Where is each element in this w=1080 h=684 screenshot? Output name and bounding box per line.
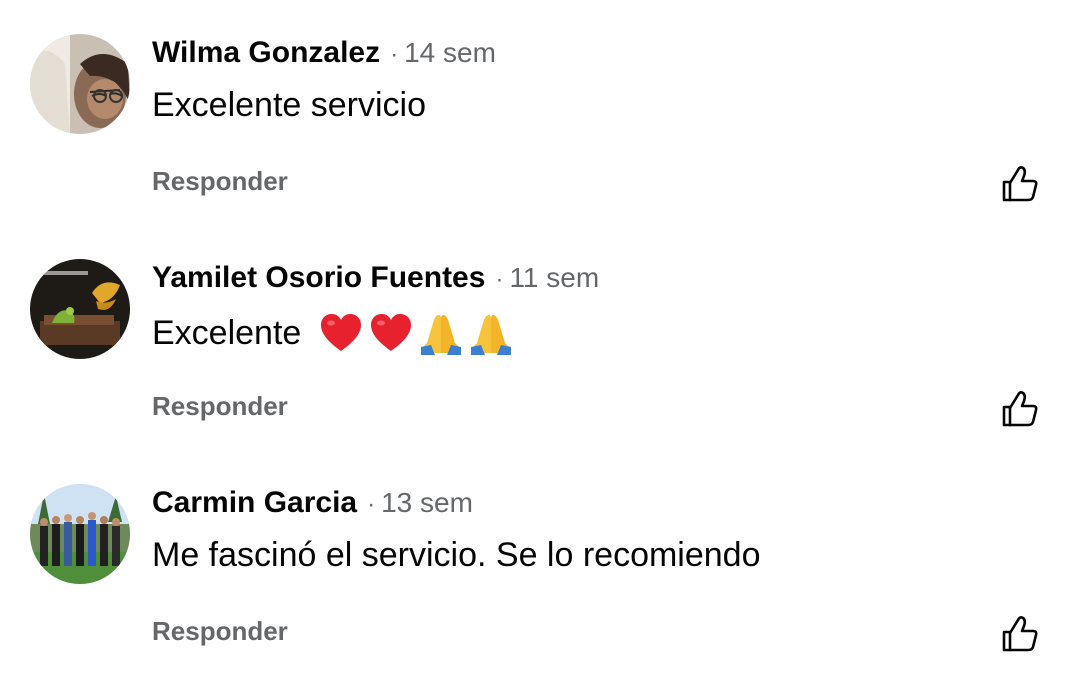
comment-body: Excelente <box>152 314 302 352</box>
comment-header: Yamilet Osorio Fuentes · 11 sem <box>152 261 599 297</box>
comment-item: Wilma Gonzalez · 14 sem Excelente servic… <box>0 0 1080 224</box>
comment-body: Excelente servicio <box>152 86 427 124</box>
avatar[interactable] <box>30 34 130 134</box>
reply-button[interactable]: Responder <box>152 391 288 422</box>
folded-hands-icon <box>417 309 465 357</box>
thumbs-up-icon <box>1002 391 1038 427</box>
author-name[interactable]: Yamilet Osorio Fuentes <box>152 261 485 295</box>
avatar[interactable] <box>30 484 130 584</box>
comment-item: Yamilet Osorio Fuentes · 11 sem Excelent… <box>0 225 1080 449</box>
timestamp[interactable]: 11 sem <box>509 262 599 294</box>
timestamp[interactable]: 14 sem <box>404 37 496 69</box>
thumbs-up-icon <box>1002 616 1038 652</box>
reply-button[interactable]: Responder <box>152 616 288 647</box>
avatar[interactable] <box>30 259 130 359</box>
avatar-photo <box>30 484 130 584</box>
author-name[interactable]: Wilma Gonzalez <box>152 36 380 70</box>
comment-item: Carmin Garcia · 13 sem Me fascinó el ser… <box>0 450 1080 674</box>
comment-header: Carmin Garcia · 13 sem <box>152 486 473 522</box>
red-heart-icon <box>317 309 365 357</box>
comment-header: Wilma Gonzalez · 14 sem <box>152 36 496 72</box>
separator-dot: · <box>390 41 399 68</box>
like-button[interactable] <box>998 387 1042 431</box>
folded-hands-icon <box>467 309 515 357</box>
timestamp[interactable]: 13 sem <box>381 487 473 519</box>
separator-dot: · <box>495 266 504 293</box>
separator-dot: · <box>367 491 376 518</box>
like-button[interactable] <box>998 162 1042 206</box>
comment-text: Excelente servicio <box>152 84 426 126</box>
like-button[interactable] <box>998 612 1042 656</box>
avatar-photo <box>30 259 130 359</box>
reply-button[interactable]: Responder <box>152 166 288 197</box>
comment-text: Excelente <box>152 309 515 357</box>
comment-text: Me fascinó el servicio. Se lo recomiendo <box>152 534 761 576</box>
thumbs-up-icon <box>1002 166 1038 202</box>
author-name[interactable]: Carmin Garcia <box>152 486 357 520</box>
avatar-photo <box>30 34 130 134</box>
comment-body: Me fascinó el servicio. Se lo recomiendo <box>152 536 761 574</box>
red-heart-icon <box>367 309 415 357</box>
